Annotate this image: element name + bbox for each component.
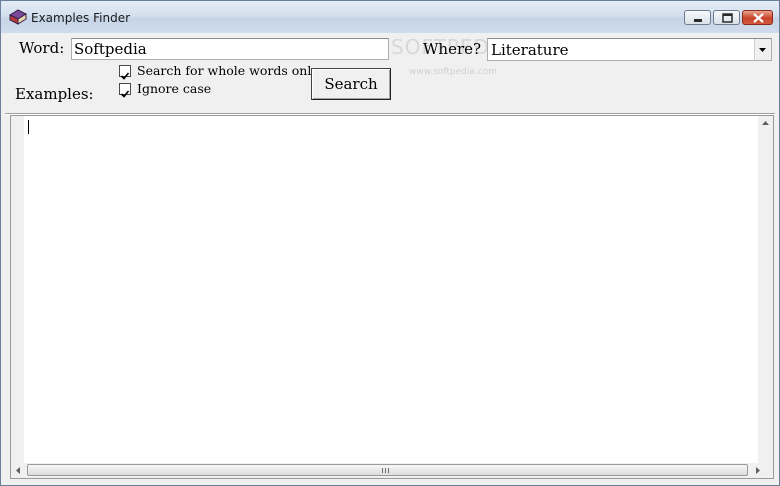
close-button[interactable] [742, 10, 773, 25]
book-icon [9, 9, 27, 25]
vertical-scrollbar[interactable] [758, 116, 773, 464]
where-label: Where? [423, 40, 482, 58]
checkmark-icon [120, 72, 130, 80]
chevron-down-icon [759, 48, 766, 52]
checkmark-icon [120, 90, 130, 98]
where-selected-value: Literature [491, 41, 569, 59]
whole-words-label: Search for whole words only [137, 63, 319, 78]
word-input[interactable] [71, 38, 389, 60]
minimize-button[interactable] [684, 10, 711, 25]
scroll-up-icon[interactable] [758, 116, 773, 131]
grip-icon [382, 468, 389, 473]
ignore-case-label: Ignore case [137, 81, 212, 96]
text-gutter [11, 116, 24, 464]
word-label: Word: [19, 39, 65, 57]
window-title: Examples Finder [31, 11, 131, 25]
maximize-icon [722, 13, 733, 23]
watermark-url: www.softpedia.com [409, 67, 497, 77]
examples-label: Examples: [15, 85, 94, 103]
examples-output[interactable] [10, 115, 774, 479]
minimize-icon [694, 19, 702, 22]
title-bar[interactable]: Examples Finder [1, 1, 779, 33]
scrollbar-thumb[interactable] [27, 464, 748, 476]
maximize-button[interactable] [713, 10, 740, 25]
close-icon [753, 13, 764, 23]
examples-finder-window: Examples Finder Word: SOFTPEDIA www.soft… [0, 0, 780, 486]
horizontal-scrollbar[interactable] [11, 463, 773, 478]
whole-words-checkbox[interactable] [119, 65, 131, 80]
ignore-case-checkbox[interactable] [119, 83, 131, 98]
search-button[interactable]: Search [311, 68, 391, 100]
scroll-left-icon[interactable] [11, 463, 26, 478]
scroll-right-icon[interactable] [750, 463, 765, 478]
dropdown-button[interactable] [754, 39, 771, 60]
text-caret [28, 120, 29, 134]
where-select[interactable]: Literature [487, 38, 772, 61]
client-area: Word: SOFTPEDIA www.softpedia.com Where?… [5, 33, 775, 481]
